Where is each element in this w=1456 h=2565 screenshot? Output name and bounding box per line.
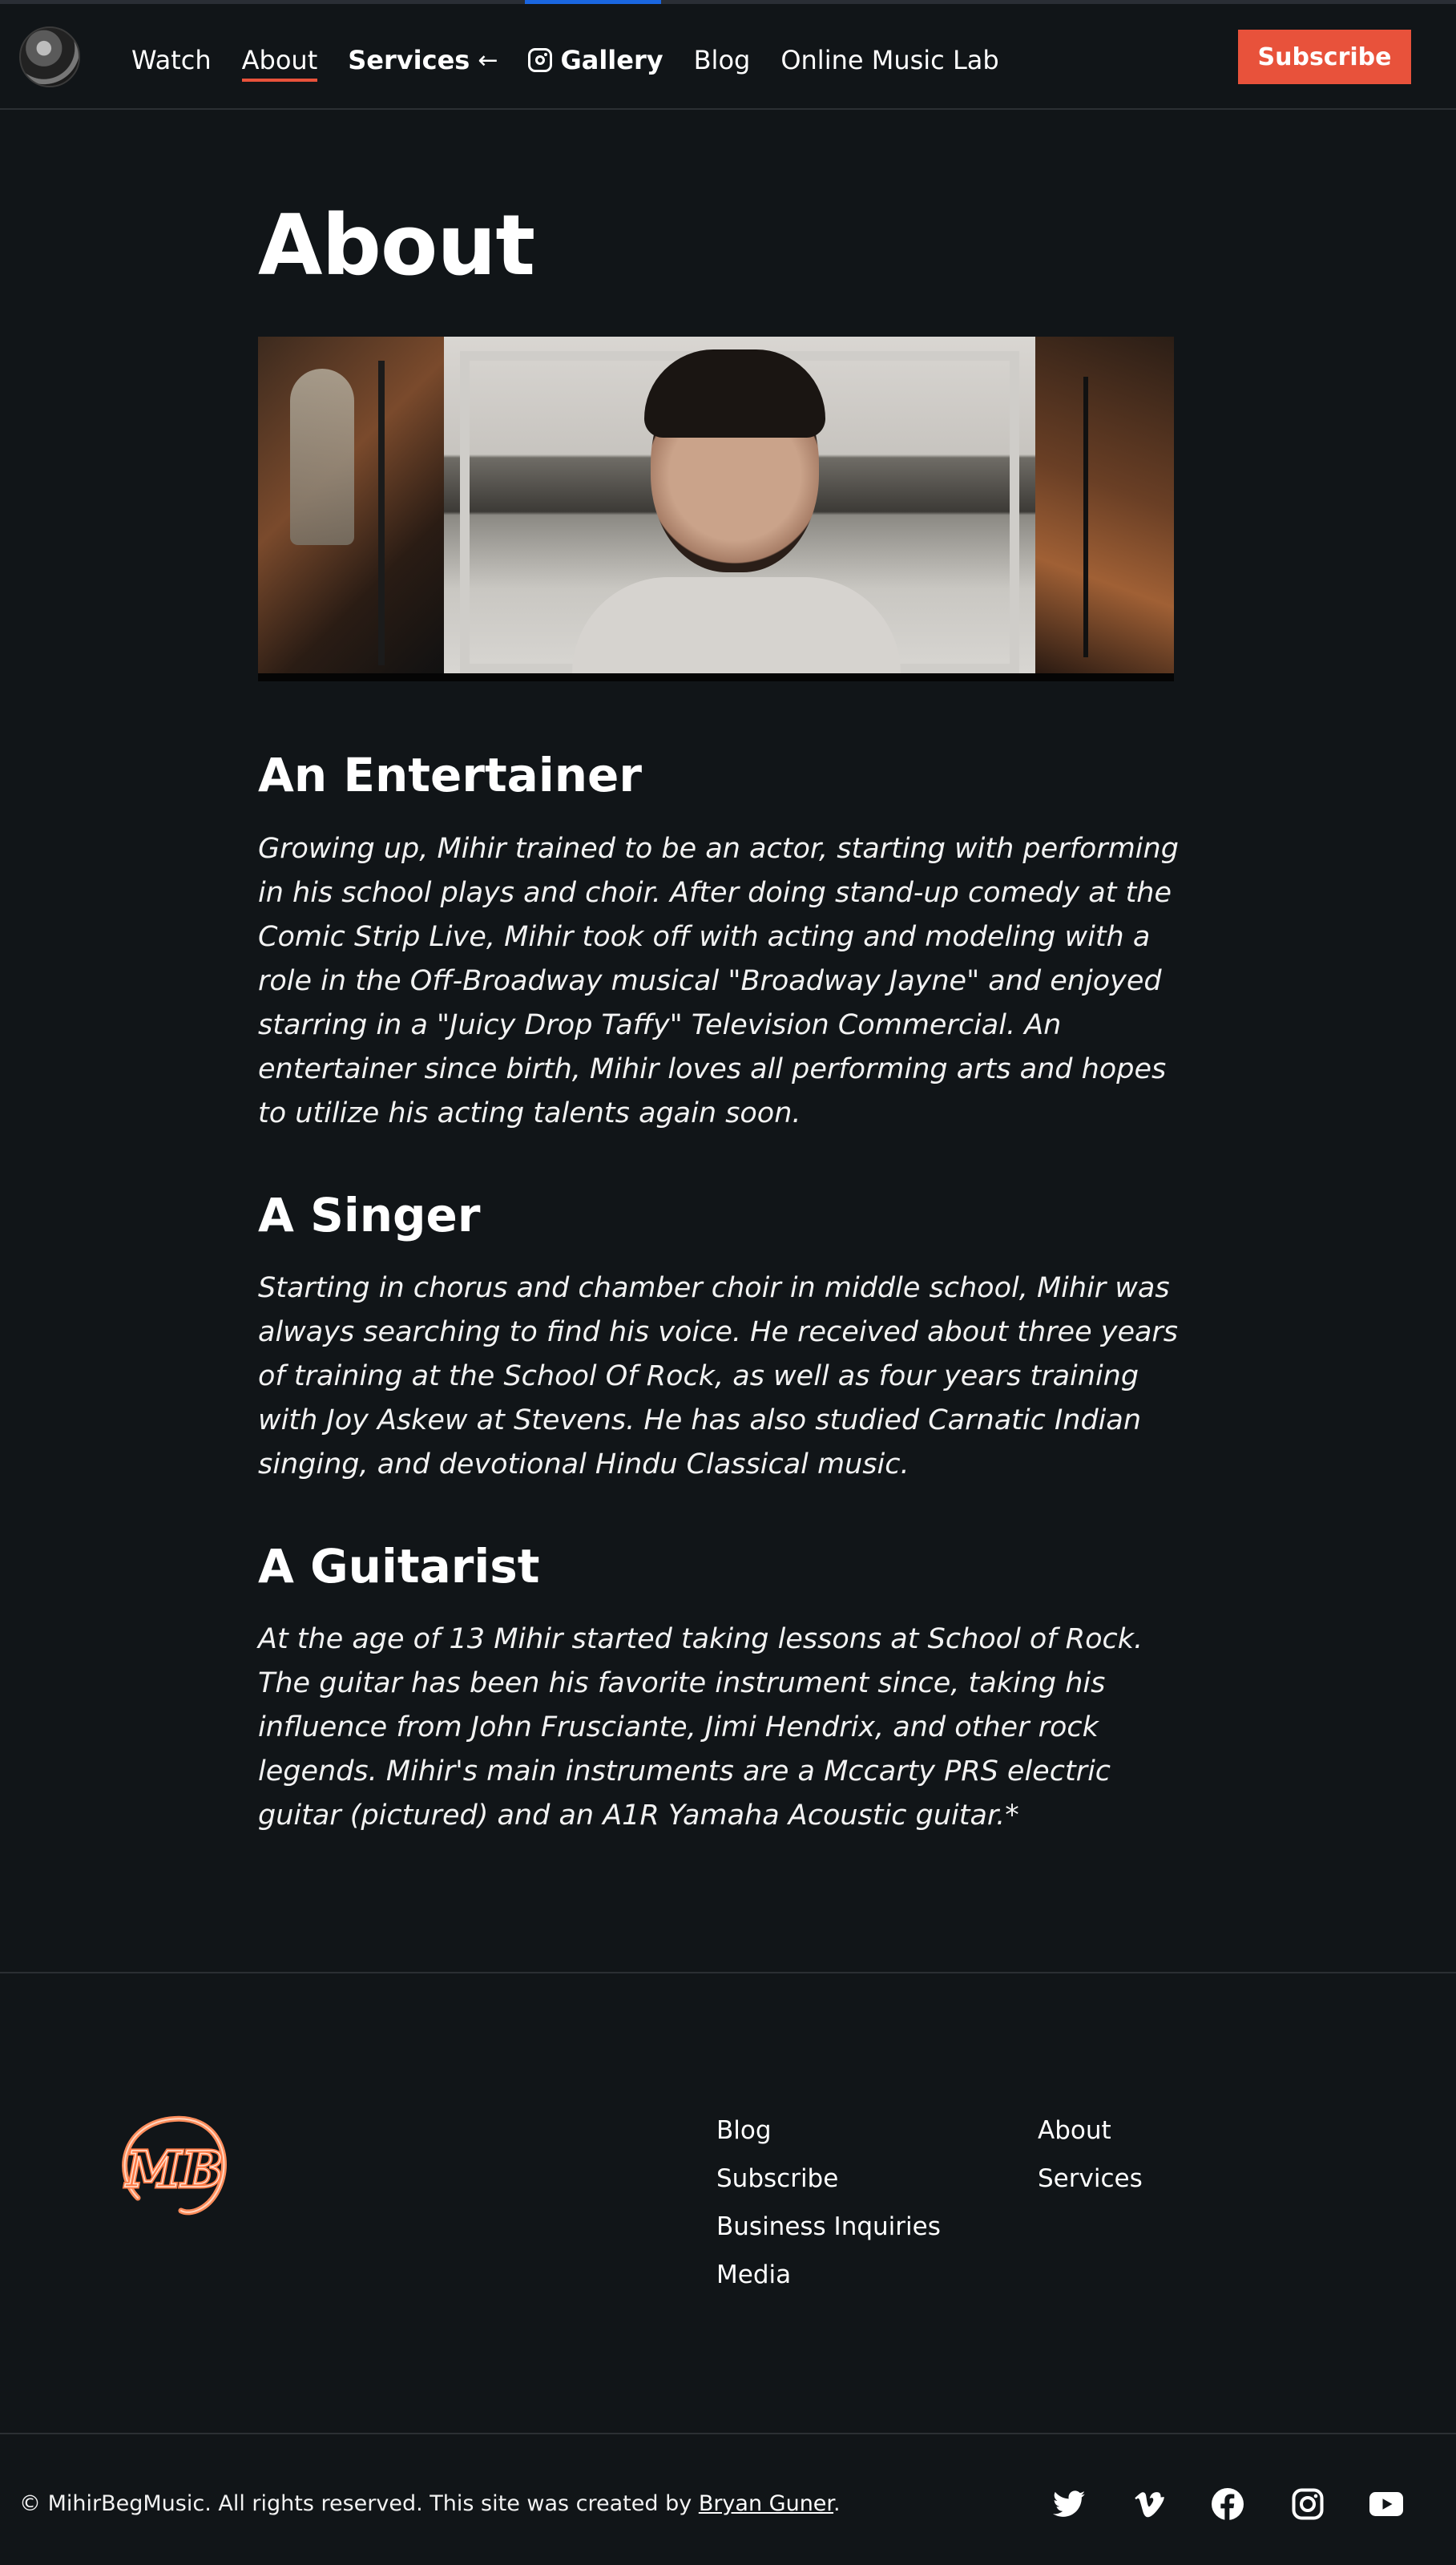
footer-link-media[interactable]: Media: [716, 2251, 941, 2299]
footer-links-primary: Blog Subscribe Business Inquiries Media: [716, 2107, 941, 2299]
hero-image-left-panel: [258, 337, 444, 673]
nav-services[interactable]: Services ←: [348, 45, 498, 75]
nav-gallery-label: Gallery: [560, 45, 663, 75]
mb-logo[interactable]: MB MB: [114, 2110, 236, 2228]
nav-watch[interactable]: Watch: [131, 45, 212, 75]
page-title: About: [258, 196, 535, 294]
hero-image: [258, 337, 1174, 681]
youtube-icon[interactable]: [1369, 2486, 1404, 2522]
avatar[interactable]: [19, 26, 80, 87]
mic-stand: [1083, 377, 1088, 657]
arrow-left-icon: ←: [478, 46, 498, 75]
hero-image-right-panel: [1035, 337, 1174, 673]
instagram-icon: [528, 48, 553, 72]
guitarist-figure: [290, 369, 354, 545]
instagram-icon[interactable]: [1290, 2486, 1325, 2522]
footer-link-services[interactable]: Services: [1038, 2155, 1143, 2203]
footer-link-blog[interactable]: Blog: [716, 2107, 941, 2155]
footer-link-subscribe[interactable]: Subscribe: [716, 2155, 941, 2203]
nav-services-label: Services: [348, 45, 470, 75]
page: Watch About Services ← Gallery Blog Onli…: [0, 0, 1456, 2565]
logo-text-highlight: MB: [124, 2140, 223, 2199]
section-body-guitarist: At the age of 13 Mihir started taking le…: [258, 1623, 1143, 1832]
section-heading-entertainer: An Entertainer: [258, 748, 642, 802]
nav-gallery[interactable]: Gallery: [528, 45, 663, 75]
copyright-prefix: © MihirBegMusic. All rights reserved. Th…: [19, 2491, 699, 2516]
site-header: Watch About Services ← Gallery Blog Onli…: [0, 4, 1456, 110]
footer-link-business-inquiries[interactable]: Business Inquiries: [716, 2203, 941, 2251]
twitter-icon[interactable]: [1051, 2486, 1087, 2522]
footer-bottom-divider: [0, 2433, 1456, 2434]
footer-links-secondary: About Services: [1038, 2107, 1143, 2203]
hero-image-portrait: [444, 337, 1035, 673]
section-body-singer: Starting in chorus and chamber choir in …: [258, 1272, 1179, 1480]
mic-stand: [378, 361, 385, 665]
hero-image-bottom-bar: [258, 673, 1174, 681]
copyright-suffix: .: [833, 2491, 841, 2516]
author-link[interactable]: Bryan Guner: [699, 2491, 833, 2516]
vimeo-icon[interactable]: [1131, 2486, 1167, 2522]
copyright-text: © MihirBegMusic. All rights reserved. Th…: [19, 2491, 841, 2516]
facebook-icon[interactable]: [1210, 2486, 1245, 2522]
main-nav: Watch About Services ← Gallery Blog Onli…: [131, 41, 1030, 82]
subscribe-button[interactable]: Subscribe: [1238, 30, 1411, 84]
section-heading-guitarist: A Guitarist: [258, 1539, 540, 1594]
section-heading-singer: A Singer: [258, 1188, 481, 1242]
nav-online-music-lab[interactable]: Online Music Lab: [780, 45, 998, 75]
footer-link-about[interactable]: About: [1038, 2107, 1143, 2155]
nav-blog[interactable]: Blog: [694, 45, 751, 75]
portrait-shirt: [572, 577, 901, 673]
nav-about[interactable]: About: [241, 45, 318, 82]
section-body-entertainer: Growing up, Mihir trained to be an actor…: [258, 833, 1179, 1129]
footer-divider: [0, 1972, 1456, 1973]
